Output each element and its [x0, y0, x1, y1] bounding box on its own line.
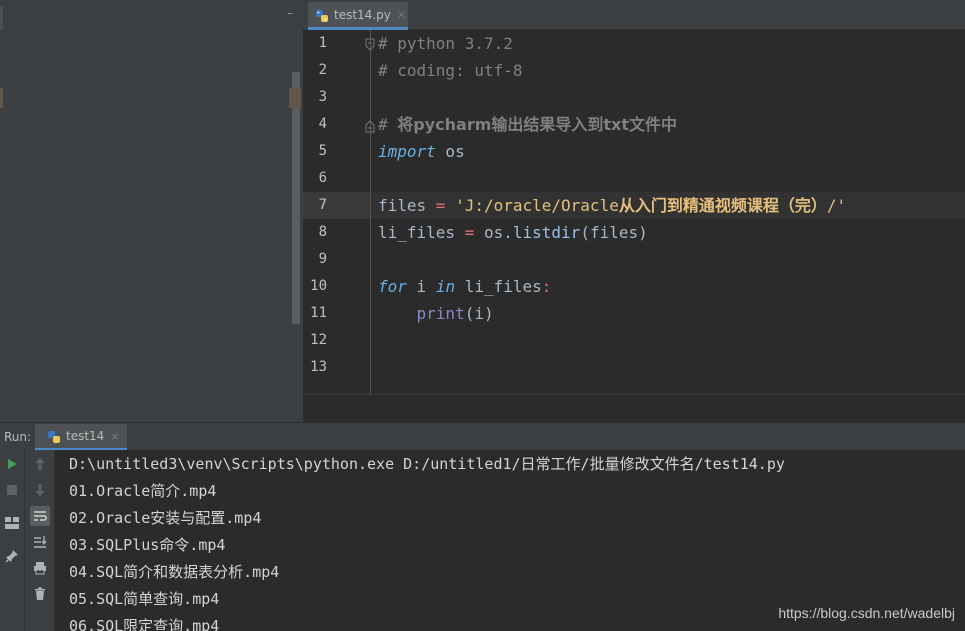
code-line-8: li_files = os.listdir(files): [378, 219, 648, 246]
scrollbar-marker: [289, 88, 301, 108]
keyword: for: [378, 277, 407, 296]
project-panel-scrollbar[interactable]: [292, 72, 300, 324]
panel-edge-marker: [0, 6, 3, 30]
run-tab-test14[interactable]: test14 ×: [35, 424, 127, 451]
comment: # coding: utf-8: [378, 61, 523, 80]
comment: # python 3.7.2: [378, 34, 513, 53]
run-panel-header: Run: test14 ×: [0, 422, 965, 451]
editor-tab-label: test14.py: [334, 7, 391, 22]
fold-marker-icon[interactable]: [364, 118, 376, 133]
line-number: 2: [318, 62, 327, 78]
minimize-icon[interactable]: –: [287, 7, 297, 19]
print-icon[interactable]: [30, 558, 50, 578]
console-line: D:\untitled3\venv\Scripts\python.exe D:/…: [69, 455, 785, 473]
string-literal: 'J:/oracle/Oracle: [445, 196, 619, 215]
arrow-down-icon[interactable]: [30, 480, 50, 500]
line-number: 8: [318, 224, 327, 240]
code-text: i: [406, 277, 436, 296]
close-icon[interactable]: ×: [110, 430, 119, 443]
operator: =: [464, 223, 475, 242]
line-number: 1: [318, 35, 327, 51]
keyword: in: [435, 277, 456, 296]
rerun-icon[interactable]: [2, 454, 22, 474]
soft-wrap-icon[interactable]: [30, 506, 50, 526]
code-line-2: # coding: utf-8: [378, 57, 523, 84]
code-text: li_files: [455, 277, 542, 296]
console-output[interactable]: D:\untitled3\venv\Scripts\python.exe D:/…: [55, 450, 965, 631]
gutter-divider: [370, 30, 371, 394]
code-line-4: # 将pycharm输出结果导入到txt文件中: [378, 111, 677, 138]
operator: =: [435, 196, 446, 215]
line-number: 12: [310, 332, 327, 348]
line-number: 10: [310, 278, 327, 294]
scroll-to-end-icon[interactable]: [30, 532, 50, 552]
project-panel-footer: [0, 394, 303, 422]
line-number: 6: [318, 170, 327, 186]
code-text: os: [435, 142, 465, 161]
code-line-5: import os: [378, 138, 465, 165]
console-line: 03.SQLPlus命令.mp4: [69, 536, 226, 554]
run-label: Run:: [4, 430, 32, 444]
code-text: (i): [464, 304, 494, 323]
line-number: 5: [318, 143, 327, 159]
line-number: 7: [318, 197, 327, 213]
stop-icon[interactable]: [2, 480, 22, 500]
python-run-icon: [47, 429, 61, 443]
code-line-7: files = 'J:/oracle/Oracle从入门到精通视频课程（完）/': [378, 192, 846, 219]
python-file-icon: [315, 8, 329, 22]
console-toolbar: [25, 450, 55, 631]
run-tab-label: test14: [66, 429, 105, 443]
code-text: li_files: [378, 223, 465, 242]
line-number: 11: [310, 305, 327, 321]
run-toolbar: [0, 450, 25, 631]
code-editor[interactable]: 1 2 3 4 5 6 7 8 9 10 11 12 13 # python 3…: [303, 30, 965, 394]
console-line: 04.SQL简介和数据表分析.mp4: [69, 563, 280, 581]
layout-icon[interactable]: [2, 513, 22, 533]
keyword: import: [378, 142, 436, 161]
editor-tab-test14[interactable]: test14.py ×: [308, 2, 408, 30]
watermark: https://blog.csdn.net/wadelbj: [778, 605, 955, 621]
code-text: os.: [474, 223, 513, 242]
console-line: 05.SQL简单查询.mp4: [69, 590, 220, 608]
console-line: 02.Oracle安装与配置.mp4: [69, 509, 262, 527]
builtin-function: print: [416, 304, 465, 323]
line-number: 4: [318, 116, 327, 132]
code-text: files: [378, 196, 436, 215]
console-line: 01.Oracle简介.mp4: [69, 482, 217, 500]
code-text: (files): [580, 223, 648, 242]
arrow-up-icon[interactable]: [30, 454, 50, 474]
operator: :: [541, 277, 552, 296]
code-line-11: print(i): [378, 300, 494, 327]
string-literal-chinese: 从入门到精通视频课程（完）: [618, 196, 827, 215]
editor-tab-bar: test14.py ×: [303, 0, 965, 30]
string-literal: /': [826, 196, 847, 215]
line-number: 3: [318, 89, 327, 105]
line-number: 13: [310, 359, 327, 375]
close-icon[interactable]: ×: [397, 8, 406, 21]
comment: #: [378, 115, 398, 134]
fold-marker-icon[interactable]: [364, 37, 376, 51]
comment-chinese: 将pycharm输出结果导入到txt文件中: [397, 115, 678, 134]
console-line: 06.SQL限定查询.mp4: [69, 617, 220, 631]
trash-icon[interactable]: [30, 584, 50, 604]
pin-icon[interactable]: [2, 546, 22, 566]
project-panel: –: [0, 0, 303, 422]
code-line-10: for i in li_files:: [378, 273, 551, 300]
line-number: 9: [318, 251, 327, 267]
code-line-1: # python 3.7.2: [378, 30, 513, 57]
function-call: listdir: [512, 223, 581, 242]
panel-edge-marker-highlight: [0, 88, 3, 108]
editor-footer: [303, 394, 965, 422]
